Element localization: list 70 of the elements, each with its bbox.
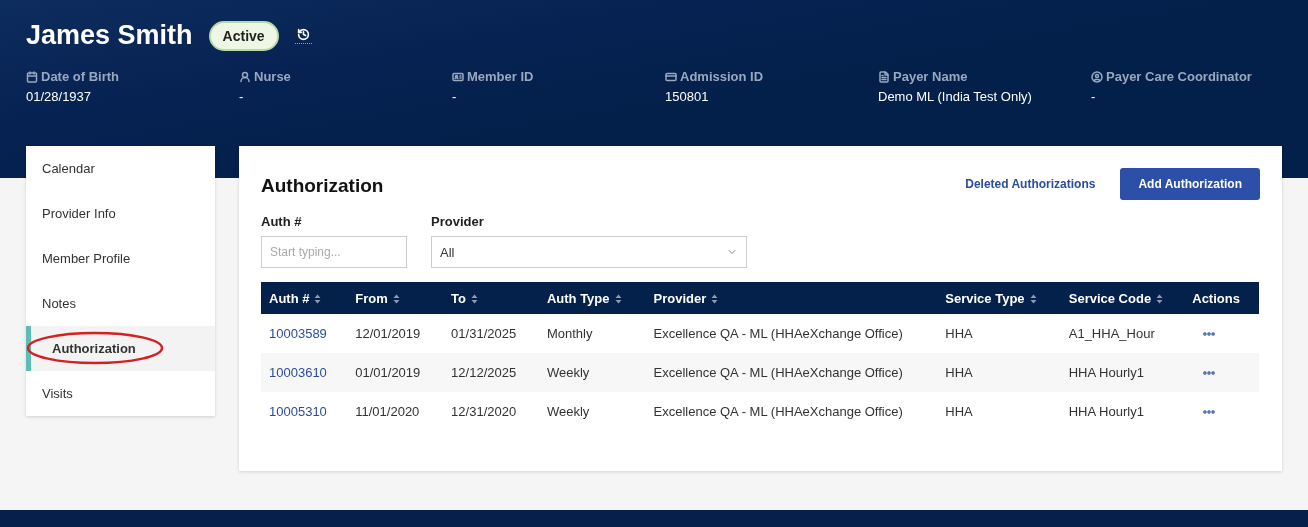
column-header: Actions [1184, 282, 1259, 314]
table-cell: Weekly [546, 365, 590, 380]
auth-link[interactable]: 10005310 [269, 404, 327, 419]
info-value: - [1091, 89, 1097, 104]
auth-link[interactable]: 10003589 [269, 326, 327, 341]
table-cell: HHA Hourly1 [1068, 365, 1144, 380]
table-cell: 01/31/2025 [451, 326, 517, 341]
info-label: Nurse [254, 69, 291, 84]
panel-title: Authorization [261, 174, 385, 197]
info-label: Payer Care Coordinator [1106, 69, 1252, 84]
table-cell: HHA [945, 326, 973, 341]
auth-link[interactable]: 10003610 [269, 365, 327, 380]
auth-number-field[interactable]: Start typing... [261, 236, 407, 268]
table-cell: 11/01/2020 [355, 404, 420, 419]
sidebar-item[interactable]: Provider Info [26, 191, 215, 236]
user-circle-icon [1091, 70, 1103, 83]
sidebar-item[interactable]: Member Profile [26, 236, 215, 281]
sort-icon[interactable] [1156, 294, 1164, 305]
info-label: Member ID [467, 69, 534, 84]
info-label: Date of Birth [41, 69, 119, 84]
history-icon[interactable] [294, 27, 312, 44]
info-value: - [452, 89, 458, 104]
sidebar-item[interactable]: Visits [26, 371, 215, 416]
calendar-icon [26, 70, 38, 83]
table-cell: Excellence QA - ML (HHAeXchange Office) [653, 404, 903, 419]
badge-icon [452, 70, 464, 83]
provider-dropdown[interactable]: All [431, 236, 747, 268]
status-badge: Active [208, 20, 279, 51]
sort-icon[interactable] [392, 294, 400, 305]
column-header[interactable]: To [443, 282, 539, 314]
person-icon [239, 70, 251, 83]
table-cell: 01/01/2019 [355, 365, 421, 380]
column-header[interactable]: Provider [645, 282, 938, 314]
table-cell: 12/01/2019 [355, 326, 421, 341]
table-cell: Excellence QA - ML (HHAeXchange Office) [653, 326, 903, 341]
info-value: 150801 [665, 89, 710, 104]
column-header[interactable]: Service Type [937, 282, 1061, 314]
info-value: - [239, 89, 245, 104]
sort-icon[interactable] [471, 294, 478, 305]
sidebar-item[interactable]: Notes [26, 281, 215, 326]
table-cell: Monthly [546, 326, 593, 341]
table-cell: Excellence QA - ML (HHAeXchange Office) [653, 365, 903, 380]
table-cell: HHA [945, 365, 973, 380]
add-authorization-button[interactable]: Add Authorization [1120, 168, 1260, 200]
sidebar-item[interactable]: Authorization [26, 326, 215, 371]
table-cell: HHA Hourly1 [1068, 404, 1144, 419]
deleted-authorizations-link[interactable]: Deleted Authorizations [965, 177, 1096, 191]
table-cell: HHA [945, 404, 973, 419]
info-value: Demo ML (India Test Only) [878, 89, 1033, 104]
filter-label: Auth # [261, 214, 303, 229]
column-header[interactable]: Auth Type [538, 282, 646, 314]
info-value: 01/28/1937 [26, 89, 93, 104]
sort-icon[interactable] [1029, 294, 1037, 305]
filter-label: Provider [431, 214, 485, 229]
table-cell: Weekly [546, 404, 590, 419]
sort-icon[interactable] [711, 294, 719, 305]
sidebar-item[interactable]: Calendar [26, 146, 215, 191]
member-name: James Smith [26, 20, 193, 51]
card-icon [665, 70, 677, 83]
column-header[interactable]: From [347, 282, 444, 314]
sort-icon[interactable] [314, 294, 322, 305]
table-cell: A1_HHA_Hour [1068, 326, 1155, 341]
info-label: Payer Name [893, 69, 968, 84]
table-cell: 12/12/2025 [451, 365, 517, 380]
table-cell: 12/31/2020 [451, 404, 517, 419]
column-header[interactable]: Service Code [1060, 282, 1185, 314]
file-icon [878, 70, 890, 83]
sort-icon[interactable] [614, 294, 622, 305]
info-label: Admission ID [680, 69, 764, 84]
column-header[interactable]: Auth # [261, 282, 348, 314]
